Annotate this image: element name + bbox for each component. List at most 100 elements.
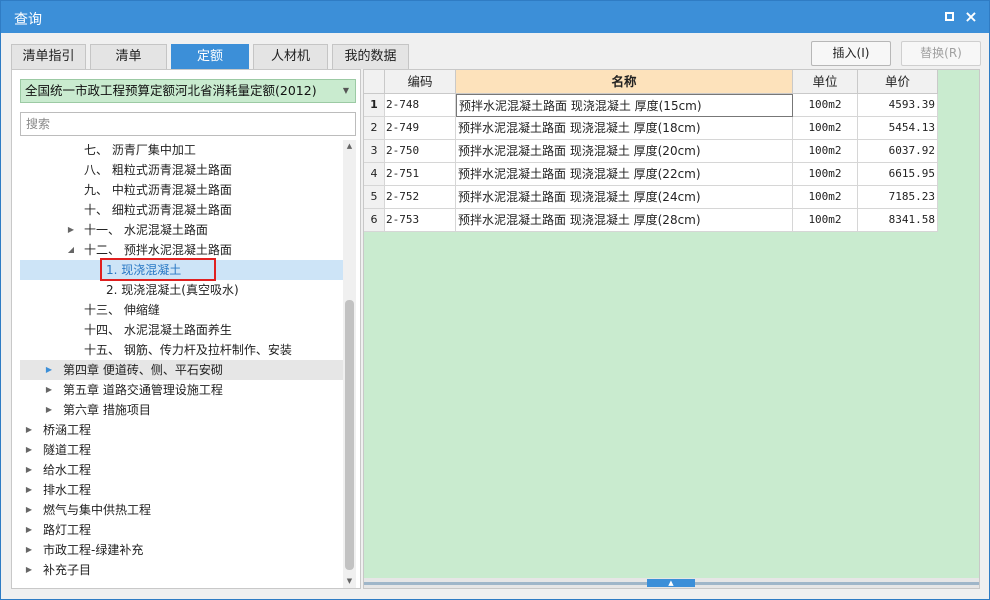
tree-item[interactable]: 八、 粗粒式沥青混凝土路面 (20, 160, 343, 180)
code-cell[interactable]: 2-751 (385, 163, 456, 186)
tree-item-label: 路灯工程 (43, 523, 92, 537)
price-cell[interactable]: 5454.13 (858, 117, 938, 140)
tree-item[interactable]: ▶ 桥涵工程 (20, 420, 343, 440)
tree-item-label: 2. 现浇混凝土(真空吸水) (106, 283, 239, 297)
unit-cell[interactable]: 100m2 (793, 163, 858, 186)
expand-arrow-icon[interactable]: ▶ (66, 220, 76, 240)
code-cell[interactable]: 2-752 (385, 186, 456, 209)
close-icon[interactable]: × (961, 7, 981, 27)
tab-materials[interactable]: 人材机 (253, 44, 328, 69)
tree-item[interactable]: ◢ 十二、 预拌水泥混凝土路面 (20, 240, 343, 260)
name-cell[interactable]: 预拌水泥混凝土路面 现浇混凝土 厚度(22cm) (456, 163, 793, 186)
expand-arrow-icon[interactable]: ▶ (24, 500, 34, 520)
scroll-thumb[interactable] (345, 300, 354, 570)
code-cell[interactable]: 2-750 (385, 140, 456, 163)
tree-item[interactable]: 十五、 钢筋、传力杆及拉杆制作、安装 (20, 340, 343, 360)
tree-item-label: 桥涵工程 (43, 423, 92, 437)
tree-item[interactable]: 七、 沥青厂集中加工 (20, 140, 343, 160)
maximize-icon[interactable] (939, 7, 959, 27)
insert-button[interactable]: 插入(I) (811, 41, 891, 66)
price-cell[interactable]: 7185.23 (858, 186, 938, 209)
tree-item[interactable]: ▶ 路灯工程 (20, 520, 343, 540)
tree-item[interactable]: ▶ 燃气与集中供热工程 (20, 500, 343, 520)
tree-item[interactable]: ▶ 隧道工程 (20, 440, 343, 460)
code-cell[interactable]: 2-748 (385, 94, 456, 117)
expand-arrow-icon[interactable]: ▶ (44, 380, 54, 400)
name-cell[interactable]: 预拌水泥混凝土路面 现浇混凝土 厚度(18cm) (456, 117, 793, 140)
expand-arrow-icon[interactable]: ▶ (44, 360, 54, 380)
tree-item[interactable]: ▶ 十一、 水泥混凝土路面 (20, 220, 343, 240)
unit-cell[interactable]: 100m2 (793, 140, 858, 163)
tree-item[interactable]: ▶ 第五章 道路交通管理设施工程 (20, 380, 343, 400)
expand-arrow-icon[interactable]: ▶ (24, 440, 34, 460)
collapse-arrow-icon[interactable]: ◢ (66, 240, 76, 260)
quota-library-select[interactable]: 全国统一市政工程预算定额河北省消耗量定额(2012) ▼ (20, 79, 356, 103)
tree-item-label: 市政工程-绿建补充 (43, 543, 144, 557)
column-header-index (364, 70, 385, 94)
tree-item[interactable]: ▶ 市政工程-绿建补充 (20, 540, 343, 560)
tree-item-selected[interactable]: 1. 现浇混凝土 (20, 258, 343, 281)
quota-grid-panel: 编码 名称 单位 单价 1 2-748 预拌水泥混凝土路面 现浇混凝土 厚度(1… (363, 69, 980, 589)
tree-item[interactable]: 2. 现浇混凝土(真空吸水) (20, 280, 343, 300)
tree-item[interactable]: ▶ 第四章 便道砖、侧、平石安砌 (20, 360, 343, 380)
tree-item[interactable]: 十四、 水泥混凝土路面养生 (20, 320, 343, 340)
chevron-down-icon: ▼ (342, 86, 349, 95)
row-index: 2 (364, 117, 385, 140)
code-cell[interactable]: 2-749 (385, 117, 456, 140)
price-cell[interactable]: 6037.92 (858, 140, 938, 163)
expand-arrow-icon[interactable]: ▶ (24, 540, 34, 560)
tree-item[interactable]: 十三、 伸缩缝 (20, 300, 343, 320)
title-bar[interactable]: 查询 × (1, 1, 989, 33)
selection-highlight (100, 258, 216, 281)
expand-arrow-icon[interactable]: ▶ (24, 420, 34, 440)
tree-item-label: 十、 细粒式沥青混凝土路面 (84, 203, 232, 217)
tab-quota[interactable]: 定额 (171, 44, 249, 69)
tree-item[interactable]: ▶ 排水工程 (20, 480, 343, 500)
tree-item-label: 八、 粗粒式沥青混凝土路面 (84, 163, 232, 177)
grid-horizontal-scrollbar[interactable]: ▲ (364, 578, 979, 588)
expand-arrow-icon[interactable]: ▶ (44, 400, 54, 420)
code-cell[interactable]: 2-753 (385, 209, 456, 232)
name-cell[interactable]: 预拌水泥混凝土路面 现浇混凝土 厚度(20cm) (456, 140, 793, 163)
tree-item-label: 十四、 水泥混凝土路面养生 (84, 323, 232, 337)
tree-item-label: 排水工程 (43, 483, 92, 497)
replace-button[interactable]: 替换(R) (901, 41, 981, 66)
column-header-price[interactable]: 单价 (858, 70, 938, 94)
unit-cell[interactable]: 100m2 (793, 117, 858, 140)
column-header-unit[interactable]: 单位 (793, 70, 858, 94)
tree-item[interactable]: 九、 中粒式沥青混凝土路面 (20, 180, 343, 200)
unit-cell[interactable]: 100m2 (793, 186, 858, 209)
unit-cell[interactable]: 100m2 (793, 94, 858, 117)
expand-arrow-icon[interactable]: ▶ (24, 520, 34, 540)
scroll-up-icon[interactable]: ▲ (343, 140, 356, 153)
tab-my-data[interactable]: 我的数据 (332, 44, 409, 69)
tab-list[interactable]: 清单 (90, 44, 167, 69)
scroll-down-icon[interactable]: ▼ (343, 575, 356, 588)
tab-list-guide[interactable]: 清单指引 (11, 44, 86, 69)
tree-item-label: 第五章 道路交通管理设施工程 (63, 383, 223, 397)
name-cell[interactable]: 预拌水泥混凝土路面 现浇混凝土 厚度(28cm) (456, 209, 793, 232)
search-input[interactable] (20, 112, 356, 136)
tree-item[interactable]: ▶ 第六章 措施项目 (20, 400, 343, 420)
tree-item-label: 十五、 钢筋、传力杆及拉杆制作、安装 (84, 343, 292, 357)
name-cell[interactable]: 预拌水泥混凝土路面 现浇混凝土 厚度(15cm) (456, 94, 793, 117)
name-cell[interactable]: 预拌水泥混凝土路面 现浇混凝土 厚度(24cm) (456, 186, 793, 209)
unit-cell[interactable]: 100m2 (793, 209, 858, 232)
price-cell[interactable]: 8341.58 (858, 209, 938, 232)
row-index: 4 (364, 163, 385, 186)
price-cell[interactable]: 4593.39 (858, 94, 938, 117)
price-cell[interactable]: 6615.95 (858, 163, 938, 186)
expand-arrow-icon[interactable]: ▶ (24, 460, 34, 480)
query-dialog: 查询 × 清单指引 清单 定额 人材机 我的数据 插入(I) 替换(R) 全国统… (0, 0, 990, 600)
column-header-code[interactable]: 编码 (385, 70, 456, 94)
expand-arrow-icon[interactable]: ▶ (24, 560, 34, 580)
column-header-name[interactable]: 名称 (456, 70, 793, 94)
quota-library-value: 全国统一市政工程预算定额河北省消耗量定额(2012) (25, 83, 317, 98)
tree-item-label: 九、 中粒式沥青混凝土路面 (84, 183, 232, 197)
tree-item[interactable]: ▶ 补充子目 (20, 560, 343, 580)
tree-item[interactable]: 十、 细粒式沥青混凝土路面 (20, 200, 343, 220)
expand-arrow-icon[interactable]: ▶ (24, 480, 34, 500)
tree-scrollbar[interactable]: ▲ ▼ (343, 140, 356, 588)
tree-item[interactable]: ▶ 给水工程 (20, 460, 343, 480)
chevron-up-icon[interactable]: ▲ (647, 579, 695, 587)
